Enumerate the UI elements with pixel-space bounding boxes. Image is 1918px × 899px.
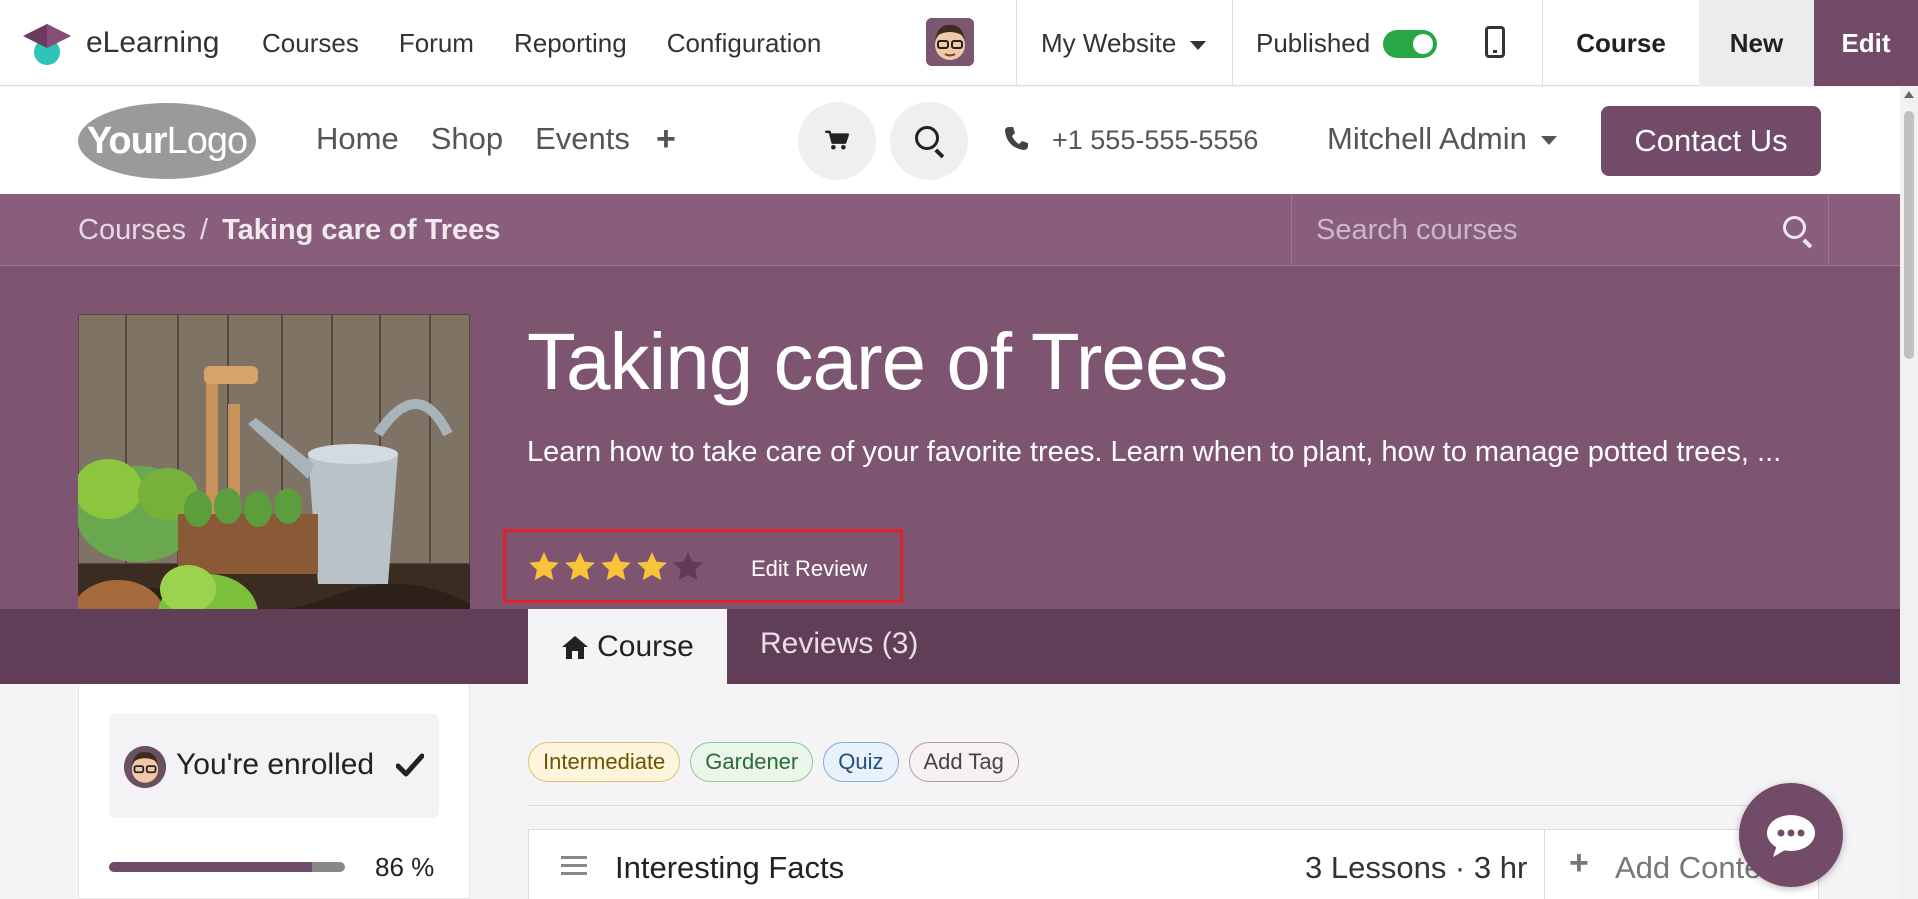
site-nav: Home Shop Events xyxy=(316,121,662,157)
admin-menu-configuration[interactable]: Configuration xyxy=(667,28,822,59)
home-icon xyxy=(562,635,589,659)
nav-shop[interactable]: Shop xyxy=(431,121,503,157)
drag-handle-icon[interactable] xyxy=(561,854,587,876)
admin-menu-reporting[interactable]: Reporting xyxy=(514,28,627,59)
progress-percent: 86 % xyxy=(375,852,435,882)
course-button[interactable]: Course xyxy=(1543,0,1699,86)
site-logo[interactable]: Your Logo xyxy=(78,103,256,179)
nav-events[interactable]: Events xyxy=(535,121,630,157)
rating-stars[interactable] xyxy=(527,550,705,584)
page-scrollbar[interactable] xyxy=(1900,87,1918,899)
admin-bar: eLearning Courses Forum Reporting Config… xyxy=(0,0,1918,86)
caret-down-icon xyxy=(1190,40,1207,50)
section-title[interactable]: Interesting Facts xyxy=(615,850,844,886)
edit-button[interactable]: Edit xyxy=(1814,0,1918,86)
enrolled-box: You're enrolled xyxy=(109,714,439,818)
breadcrumb-courses[interactable]: Courses xyxy=(78,214,186,246)
search-icon[interactable] xyxy=(1783,216,1806,239)
check-icon xyxy=(396,753,424,777)
search-icon xyxy=(915,126,939,150)
rating-highlight: Edit Review xyxy=(503,529,903,603)
logo-text-light: Logo xyxy=(166,119,249,162)
star-icon[interactable] xyxy=(671,550,705,584)
tag-quiz[interactable]: Quiz xyxy=(823,742,899,782)
admin-divider xyxy=(1232,0,1233,86)
tag-gardener[interactable]: Gardener xyxy=(690,742,814,782)
phone-icon xyxy=(1005,127,1028,150)
chat-button[interactable] xyxy=(1739,783,1843,887)
new-button[interactable]: New xyxy=(1699,0,1814,86)
nav-home[interactable]: Home xyxy=(316,121,399,157)
website-selector[interactable]: My Website xyxy=(1041,28,1207,59)
divider xyxy=(528,805,1819,806)
star-icon[interactable] xyxy=(599,550,633,584)
course-hero: Courses / Taking care of Trees Search co… xyxy=(0,194,1900,684)
site-header: Your Logo Home Shop Events + +1 555-555-5… xyxy=(0,87,1900,194)
mobile-icon[interactable] xyxy=(1485,26,1505,58)
tab-course-label: Course xyxy=(597,629,694,663)
search-button[interactable] xyxy=(890,102,968,180)
caret-down-icon xyxy=(1540,136,1557,146)
edit-review-link[interactable]: Edit Review xyxy=(751,556,867,582)
app-name[interactable]: eLearning xyxy=(86,26,219,60)
contact-us-button[interactable]: Contact Us xyxy=(1601,106,1821,176)
scroll-up-arrow[interactable] xyxy=(1904,91,1914,98)
add-tag-button[interactable]: Add Tag xyxy=(908,742,1019,782)
course-description: Learn how to take care of your favorite … xyxy=(527,436,1782,468)
tag-intermediate[interactable]: Intermediate xyxy=(528,742,681,782)
user-name: Mitchell Admin xyxy=(1327,121,1527,156)
search-courses-input[interactable] xyxy=(1316,212,1756,248)
tab-reviews[interactable]: Reviews (3) xyxy=(760,627,918,661)
course-search xyxy=(1291,194,1829,266)
course-tabs: Course Reviews (3) xyxy=(0,609,1900,684)
course-section-row: Interesting Facts 3 Lessons · 3 hr + Add… xyxy=(528,829,1819,899)
star-icon[interactable] xyxy=(527,550,561,584)
star-icon[interactable] xyxy=(635,550,669,584)
course-tags: Intermediate Gardener Quiz Add Tag xyxy=(528,742,1019,782)
tab-course[interactable]: Course xyxy=(528,609,727,684)
avatar xyxy=(124,746,166,788)
published-toggle[interactable] xyxy=(1383,30,1437,58)
website-selector-label: My Website xyxy=(1041,28,1177,58)
breadcrumb-separator: / xyxy=(200,214,209,246)
section-meta: 3 Lessons · 3 hr xyxy=(1305,850,1528,885)
breadcrumb: Courses / Taking care of Trees xyxy=(78,214,500,247)
breadcrumb-bar: Courses / Taking care of Trees xyxy=(0,194,1900,266)
star-icon[interactable] xyxy=(563,550,597,584)
course-progress-bar xyxy=(109,862,345,872)
admin-menu: Courses Forum Reporting Configuration xyxy=(262,28,861,59)
phone-number[interactable]: +1 555-555-5556 xyxy=(1052,125,1258,156)
published-label: Published xyxy=(1256,28,1371,58)
admin-avatar[interactable] xyxy=(926,18,974,66)
graduation-cap-icon[interactable] xyxy=(22,22,72,66)
admin-menu-courses[interactable]: Courses xyxy=(262,28,359,59)
enrollment-card: You're enrolled 86 % xyxy=(78,684,470,899)
cart-icon xyxy=(825,130,850,150)
plus-icon[interactable]: + xyxy=(656,122,676,156)
user-menu[interactable]: Mitchell Admin xyxy=(1327,121,1557,157)
chat-icon xyxy=(1767,815,1815,857)
avatar-face-icon xyxy=(124,746,166,788)
admin-menu-forum[interactable]: Forum xyxy=(399,28,474,59)
logo-text-bold: Your xyxy=(86,119,168,162)
cart-button[interactable] xyxy=(798,102,876,180)
progress-fill xyxy=(109,862,312,872)
scroll-thumb[interactable] xyxy=(1904,111,1914,359)
plus-icon: + xyxy=(1569,844,1589,882)
breadcrumb-current: Taking care of Trees xyxy=(222,214,501,246)
admin-divider xyxy=(1016,0,1017,86)
course-title: Taking care of Trees xyxy=(527,317,1228,406)
enrolled-status: You're enrolled xyxy=(176,748,375,781)
avatar-face-icon xyxy=(926,18,974,66)
